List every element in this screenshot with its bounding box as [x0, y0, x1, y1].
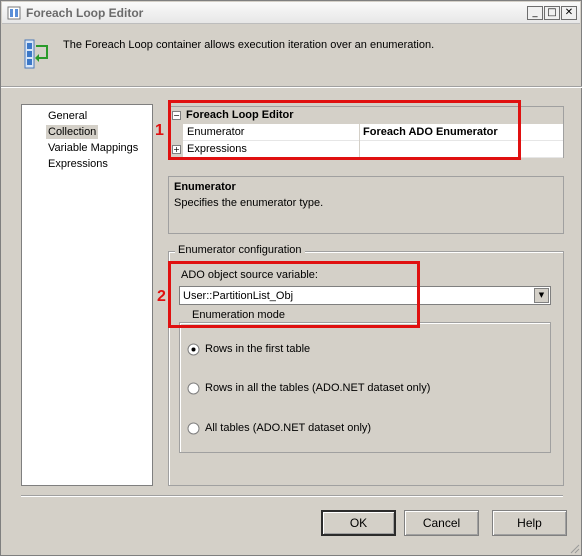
description-title: Enumerator	[174, 181, 236, 193]
mode-label-first-table[interactable]: Rows in the first table	[205, 343, 310, 355]
mode-label-all-tables-rows[interactable]: Rows in all the tables (ADO.NET dataset …	[205, 382, 430, 394]
nav-item-variable-mappings[interactable]: Variable Mappings	[46, 141, 140, 155]
cancel-button[interactable]: Cancel	[404, 510, 479, 536]
close-button[interactable]: ✕	[561, 6, 577, 20]
footer-separator	[21, 495, 563, 497]
property-description-panel: Enumerator Specifies the enumerator type…	[168, 176, 564, 234]
mode-label-all-tables[interactable]: All tables (ADO.NET dataset only)	[205, 422, 371, 434]
help-button[interactable]: Help	[492, 510, 567, 536]
window-title: Foreach Loop Editor	[26, 6, 144, 20]
title-bar[interactable]: Foreach Loop Editor _ □ ✕	[2, 2, 580, 24]
foreach-loop-icon	[7, 6, 21, 20]
header-separator	[1, 86, 582, 88]
annotation-number-1: 1	[155, 122, 164, 139]
resize-grip-icon[interactable]	[568, 542, 580, 554]
annotation-number-2: 2	[157, 288, 166, 305]
nav-item-collection[interactable]: Collection	[46, 125, 99, 139]
description-text: Specifies the enumerator type.	[174, 197, 324, 209]
foreach-loop-editor-window: Foreach Loop Editor _ □ ✕ The Foreach Lo…	[0, 0, 582, 556]
mode-radio-all-tables-rows[interactable]	[187, 382, 200, 395]
mode-radio-first-table[interactable]	[187, 343, 200, 356]
annotation-highlight-2	[168, 261, 420, 328]
chevron-down-icon[interactable]: ▼	[534, 288, 549, 303]
navigation-list[interactable]: General Collection Variable Mappings Exp…	[21, 104, 153, 486]
foreach-container-icon	[24, 39, 48, 69]
mode-radio-all-tables[interactable]	[187, 422, 200, 435]
nav-item-general[interactable]: General	[46, 109, 89, 123]
enumerator-configuration-legend: Enumerator configuration	[175, 244, 305, 256]
minimize-button[interactable]: _	[527, 6, 543, 20]
header-description: The Foreach Loop container allows execut…	[63, 39, 435, 51]
ok-button[interactable]: OK	[321, 510, 396, 536]
nav-item-expressions[interactable]: Expressions	[46, 157, 110, 171]
maximize-button[interactable]: □	[544, 6, 560, 20]
annotation-highlight-1	[168, 100, 521, 160]
